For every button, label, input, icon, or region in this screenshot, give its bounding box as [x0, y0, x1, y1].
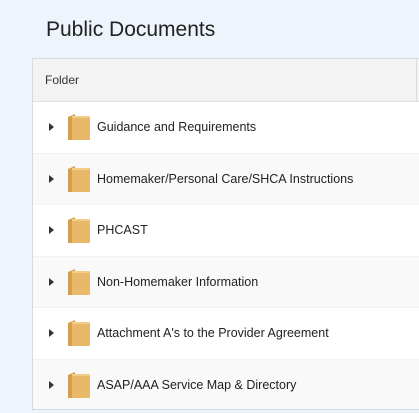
folder-row-phcast[interactable]: PHCAST — [33, 205, 419, 257]
column-divider[interactable] — [416, 59, 417, 101]
folder-row-attachment-a[interactable]: Attachment A's to the Provider Agreement — [33, 308, 419, 360]
folder-column-label: Folder — [45, 73, 80, 87]
folder-label[interactable]: Homemaker/Personal Care/SHCA Instruction… — [97, 172, 353, 186]
documents-panel: Folder Guidance and Requirements Homemak… — [32, 58, 419, 410]
folder-row-guidance[interactable]: Guidance and Requirements — [33, 102, 419, 154]
folder-row-non-homemaker[interactable]: Non-Homemaker Information — [33, 256, 419, 308]
folder-row-asap-aaa[interactable]: ASAP/AAA Service Map & Directory — [33, 359, 419, 409]
folder-icon — [68, 217, 90, 243]
expand-arrow-icon[interactable] — [49, 123, 54, 131]
folder-icon — [68, 114, 90, 140]
folder-column-header: Folder — [33, 59, 419, 102]
folder-label[interactable]: Non-Homemaker Information — [97, 275, 258, 289]
folder-label[interactable]: PHCAST — [97, 223, 148, 237]
page-title: Public Documents — [46, 18, 216, 41]
folder-icon — [68, 371, 90, 398]
folder-label[interactable]: ASAP/AAA Service Map & Directory — [97, 378, 296, 392]
expand-arrow-icon[interactable] — [49, 277, 54, 286]
expand-arrow-icon[interactable] — [49, 380, 54, 389]
expand-arrow-icon[interactable] — [49, 329, 54, 337]
folder-row-homemaker[interactable]: Homemaker/Personal Care/SHCA Instruction… — [33, 153, 419, 205]
folder-label[interactable]: Attachment A's to the Provider Agreement — [97, 326, 329, 340]
folder-icon — [68, 320, 90, 346]
expand-arrow-icon[interactable] — [49, 226, 54, 234]
folder-icon — [68, 165, 90, 192]
folder-icon — [68, 268, 90, 295]
folder-label[interactable]: Guidance and Requirements — [97, 120, 256, 134]
expand-arrow-icon[interactable] — [49, 174, 54, 183]
